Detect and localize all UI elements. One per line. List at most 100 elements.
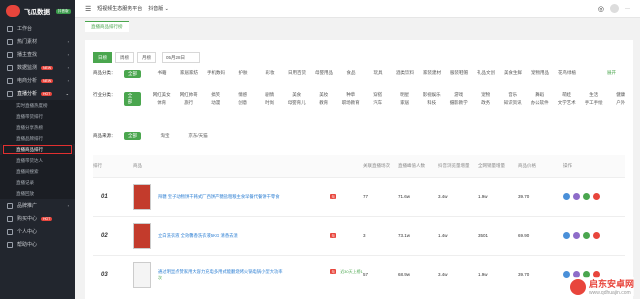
source-option[interactable]: 京东/天猫 <box>183 133 213 139</box>
category-option[interactable]: 花鸟绿植 <box>555 70 579 76</box>
industry-option[interactable]: 情感 <box>231 92 255 98</box>
analysis-icon[interactable] <box>563 193 570 200</box>
industry-option[interactable]: 创意 <box>231 100 255 106</box>
nav-item-0[interactable]: 品牌推广 › <box>0 199 75 212</box>
industry-option[interactable]: 摄影教学 <box>447 100 471 106</box>
detail-icon[interactable] <box>573 232 580 239</box>
date-picker[interactable]: 05月28日 <box>162 52 200 63</box>
industry-option[interactable]: 明星 <box>393 92 417 98</box>
nav-item-2[interactable]: 个人中心 <box>0 225 75 238</box>
sidebar-sub-item[interactable]: 直播记录 <box>0 177 75 188</box>
sidebar-sub-item[interactable]: 直播分享热榜 <box>0 122 75 133</box>
industry-option[interactable]: 健康 <box>609 92 633 98</box>
sidebar-sub-item[interactable]: 直播商品排行 <box>2 144 73 155</box>
industry-option[interactable]: 搞笑 <box>204 92 228 98</box>
industry-option[interactable]: 旅行 <box>177 100 201 106</box>
industry-option[interactable]: 美妆 <box>312 92 336 98</box>
nav-item-3[interactable]: 帮助中心 <box>0 238 75 251</box>
product-image-cell[interactable] <box>133 176 158 216</box>
category-option[interactable]: 护肤 <box>231 70 255 76</box>
product-thumbnail[interactable] <box>133 261 151 288</box>
industry-all[interactable]: 全部 <box>123 92 141 106</box>
product-image-cell[interactable] <box>133 254 158 294</box>
category-option[interactable]: 家装建材 <box>420 70 444 76</box>
category-all[interactable]: 全部 <box>124 70 141 78</box>
industry-option[interactable]: 知识资讯 <box>501 100 525 106</box>
nav-item-1[interactable]: 购买中心 HOT <box>0 212 75 225</box>
analysis-icon[interactable] <box>563 232 570 239</box>
category-option[interactable]: 母婴用品 <box>312 70 336 76</box>
category-option[interactable]: 家居家纺 <box>177 70 201 76</box>
category-option[interactable]: 手机数码 <box>204 70 228 76</box>
category-option[interactable]: 服装鞋帽 <box>447 70 471 76</box>
nav-item-4[interactable]: 电商分析 NEW › <box>0 74 75 87</box>
product-name-link[interactable]: 通过明显点赞家用大容力充电多用式能翻烧烤火锅电锅小型大功率 <box>158 269 328 275</box>
industry-option[interactable]: 家居 <box>393 100 417 106</box>
period-tab[interactable]: 日榜 <box>93 52 112 63</box>
nav-item-3[interactable]: 数据监测 NEW › <box>0 61 75 74</box>
industry-option[interactable]: 萌娃 <box>555 92 579 98</box>
industry-option[interactable]: 户外 <box>609 100 633 106</box>
industry-option[interactable]: 剧情 <box>258 92 282 98</box>
industry-option[interactable]: 美食 <box>285 92 309 98</box>
nav-item-5[interactable]: 直播分析 HOT ⌄ <box>0 87 75 100</box>
category-option[interactable]: 书籍 <box>150 70 174 76</box>
buy-icon[interactable] <box>593 232 600 239</box>
category-option[interactable]: 宠物用品 <box>528 70 552 76</box>
sidebar-sub-item[interactable]: 直播带货排行 <box>0 111 75 122</box>
video-icon[interactable] <box>583 232 590 239</box>
video-icon[interactable] <box>583 193 590 200</box>
industry-option[interactable]: 手工手绘 <box>582 100 606 106</box>
product-name-link[interactable]: 拜糖 宝子动物饼干韩式厂西饼产糖盐粗粮主食早餐代餐饼干零食 <box>158 194 328 200</box>
source-option[interactable]: 淘宝 <box>150 133 180 139</box>
industry-option[interactable]: 母婴育儿 <box>285 100 309 106</box>
industry-option[interactable]: 音乐 <box>501 92 525 98</box>
industry-option[interactable]: 穿搭 <box>366 92 390 98</box>
category-option[interactable]: 玩具 <box>366 70 390 76</box>
industry-option[interactable]: 生活 <box>582 92 606 98</box>
category-option[interactable]: 彩妆 <box>258 70 282 76</box>
version-select[interactable]: 抖音版 ⌄ <box>148 5 169 12</box>
product-thumbnail[interactable] <box>133 183 151 210</box>
period-tab[interactable]: 周榜 <box>115 52 134 63</box>
industry-option[interactable]: 游戏 <box>447 92 471 98</box>
industry-option[interactable]: 网红美女 <box>150 92 174 98</box>
detail-icon[interactable] <box>573 193 580 200</box>
sidebar-sub-item[interactable]: 直播间搜索 <box>0 166 75 177</box>
source-all[interactable]: 全部 <box>124 132 141 140</box>
industry-option[interactable]: 宠物 <box>474 92 498 98</box>
menu-icon[interactable]: ☰ <box>85 5 91 13</box>
industry-option[interactable]: 动漫 <box>204 100 228 106</box>
brand-logo[interactable]: 飞瓜数据 抖音版 <box>0 0 75 22</box>
category-option[interactable]: 礼品文创 <box>474 70 498 76</box>
industry-option[interactable]: 种草 <box>339 92 363 98</box>
nav-item-2[interactable]: 播主查找 › <box>0 48 75 61</box>
category-option[interactable]: 日用百货 <box>285 70 309 76</box>
period-tab[interactable]: 月榜 <box>137 52 156 63</box>
buy-icon[interactable] <box>593 193 600 200</box>
analysis-icon[interactable] <box>563 271 570 279</box>
industry-option[interactable]: 职场教育 <box>339 100 363 106</box>
industry-option[interactable]: 政务 <box>474 100 498 106</box>
sidebar-sub-item[interactable]: 实时直播热度榜 <box>0 100 75 111</box>
nav-item-1[interactable]: 热门素材 › <box>0 35 75 48</box>
sidebar-sub-item[interactable]: 直播带货达人 <box>0 155 75 166</box>
industry-option[interactable]: 教育 <box>312 100 336 106</box>
category-option[interactable]: 食品 <box>339 70 363 76</box>
product-name-link[interactable]: 立白洗衣液 全效馨香洗衣液5KG 清香去渍 <box>158 233 328 239</box>
industry-option[interactable]: 体育 <box>150 100 174 106</box>
category-option[interactable]: 美食生鲜 <box>501 70 525 76</box>
category-expand[interactable]: 展开 <box>607 70 616 76</box>
industry-option[interactable]: 办公软件 <box>528 100 552 106</box>
tab-live-product-rank[interactable]: 直播商品排行榜 <box>85 21 129 32</box>
category-option[interactable]: 酒类饮料 <box>393 70 417 76</box>
industry-option[interactable]: 舞蹈 <box>528 92 552 98</box>
industry-option[interactable]: 时尚 <box>258 100 282 106</box>
sidebar-sub-item[interactable]: 直播回放 <box>0 188 75 199</box>
product-image-cell[interactable] <box>133 215 158 255</box>
sidebar-sub-item[interactable]: 直播品牌排行 <box>0 133 75 144</box>
user-name[interactable]: — <box>625 6 630 12</box>
industry-option[interactable]: 汽车 <box>366 100 390 106</box>
product-thumbnail[interactable] <box>133 222 151 249</box>
industry-option[interactable]: 科技 <box>420 100 444 106</box>
